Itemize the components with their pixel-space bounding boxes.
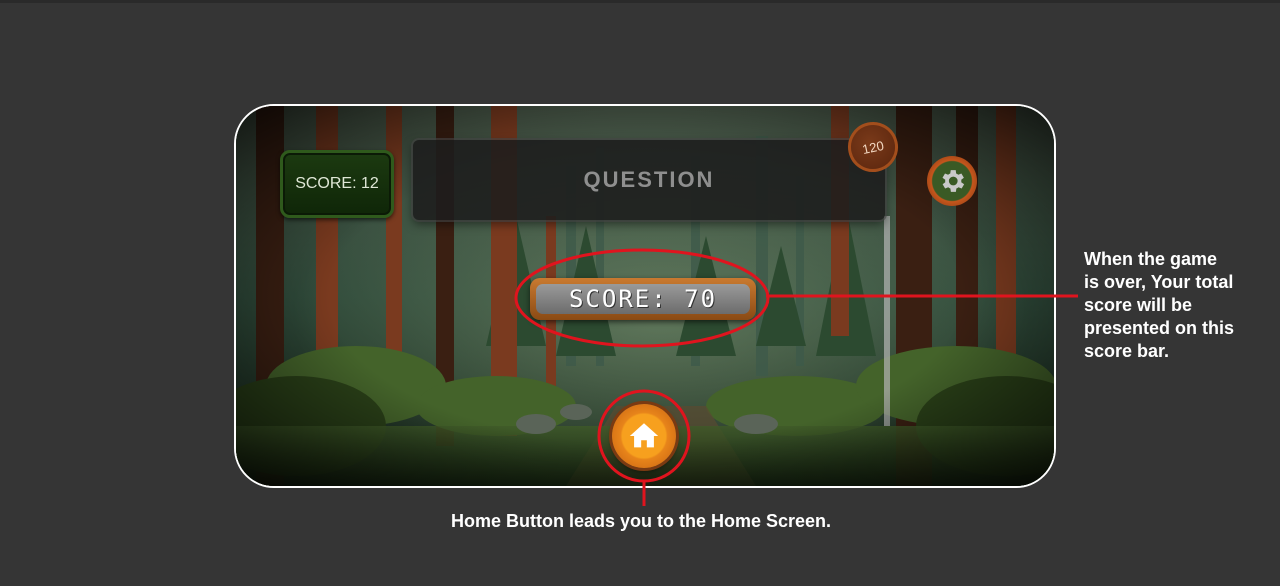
current-score-label: SCORE: 12 xyxy=(295,175,379,192)
settings-button[interactable] xyxy=(927,156,977,206)
score-bar-note-line: score will be xyxy=(1084,295,1193,315)
score-bar-annotation: When the game is over, Your total score … xyxy=(1084,248,1274,363)
question-panel: QUESTION xyxy=(413,140,885,220)
score-bar-note-line: is over, Your total xyxy=(1084,272,1234,292)
score-bar-note-line: When the game xyxy=(1084,249,1218,269)
home-button-annotation: Home Button leads you to the Home Screen… xyxy=(451,510,911,533)
top-strip xyxy=(0,0,1280,3)
home-button[interactable] xyxy=(612,404,676,468)
final-score-bar: SCORE: 70 xyxy=(530,278,756,320)
home-icon xyxy=(629,423,659,448)
screenshot-canvas: SCORE: 12 QUESTION 120 SCORE: 70 When th… xyxy=(0,0,1280,586)
phone-frame: SCORE: 12 QUESTION 120 SCORE: 70 xyxy=(234,104,1056,488)
home-button-note: Home Button leads you to the Home Screen… xyxy=(451,511,832,531)
timer-value: 120 xyxy=(860,137,886,157)
gear-icon xyxy=(942,170,965,192)
final-score-display: SCORE: 70 xyxy=(536,284,750,314)
final-score-label: SCORE: 70 xyxy=(568,285,718,313)
score-bar-note-line: score bar. xyxy=(1084,341,1170,361)
question-label: QUESTION xyxy=(583,167,715,192)
score-bar-note-line: presented on this xyxy=(1084,318,1235,338)
current-score-badge: SCORE: 12 xyxy=(280,150,394,218)
